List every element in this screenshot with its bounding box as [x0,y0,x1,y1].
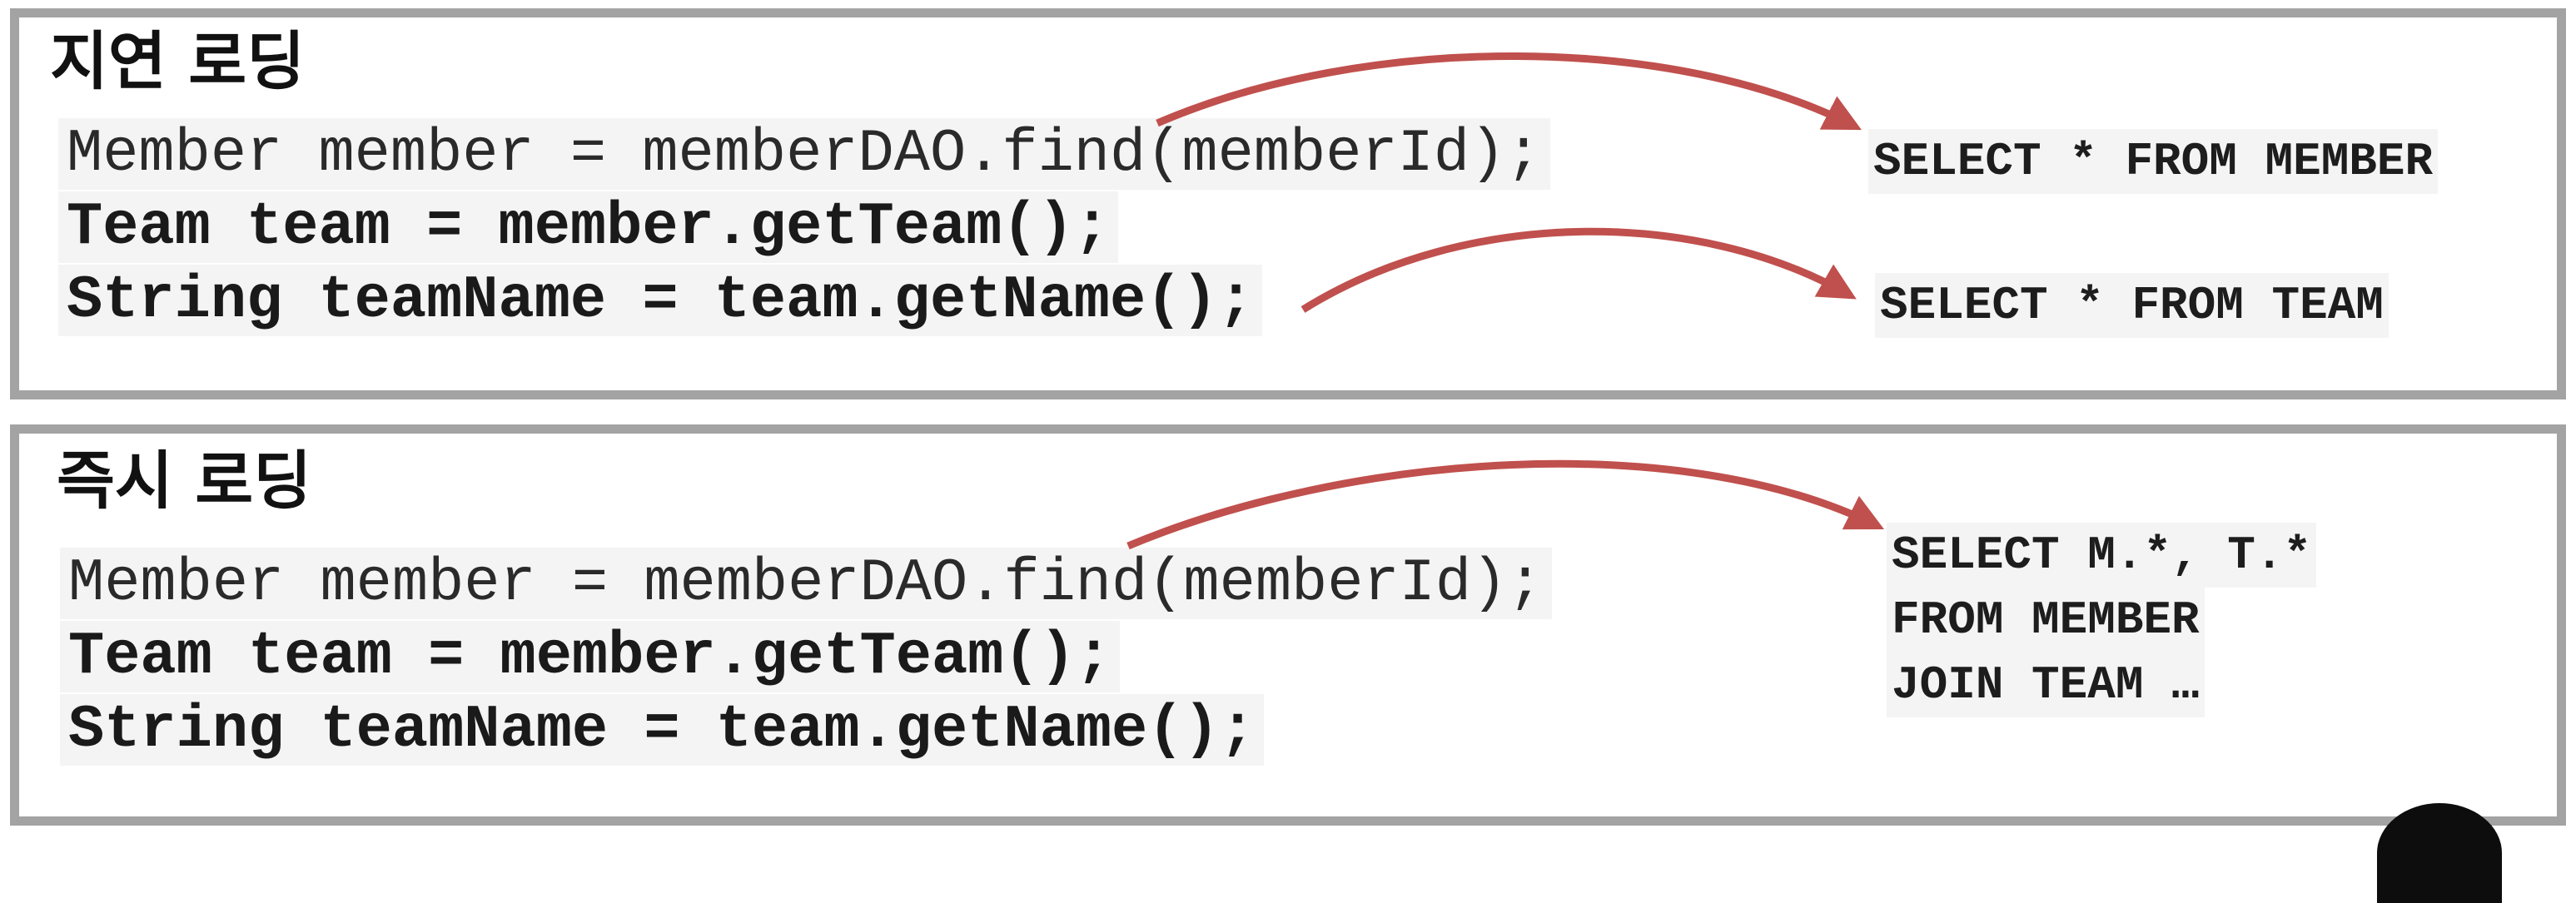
lazy-code-line-2: Team team = member.getTeam(); [58,191,1119,263]
lazy-code-line-3: String teamName = team.getName(); [58,265,1262,336]
eager-sql-select: SELECT M.*, T.* [1887,523,2317,588]
presenter-silhouette [2377,803,2502,903]
eager-loading-title: 즉시 로딩 [57,444,312,518]
eager-code-line-3: String teamName = team.getName(); [60,694,1264,766]
eager-code-line-1: Member member = memberDAO.find(memberId)… [60,548,1552,619]
eager-code-line-2: Team team = member.getTeam(); [60,621,1121,692]
lazy-code-line-1: Member member = memberDAO.find(memberId)… [58,118,1550,190]
lazy-sql-team: SELECT * FROM TEAM [1875,273,2389,338]
lazy-loading-title: 지연 로딩 [50,24,306,98]
eager-sql-join: JOIN TEAM … [1887,652,2205,717]
eager-sql-from: FROM MEMBER [1887,588,2205,652]
lazy-sql-member: SELECT * FROM MEMBER [1868,129,2439,194]
